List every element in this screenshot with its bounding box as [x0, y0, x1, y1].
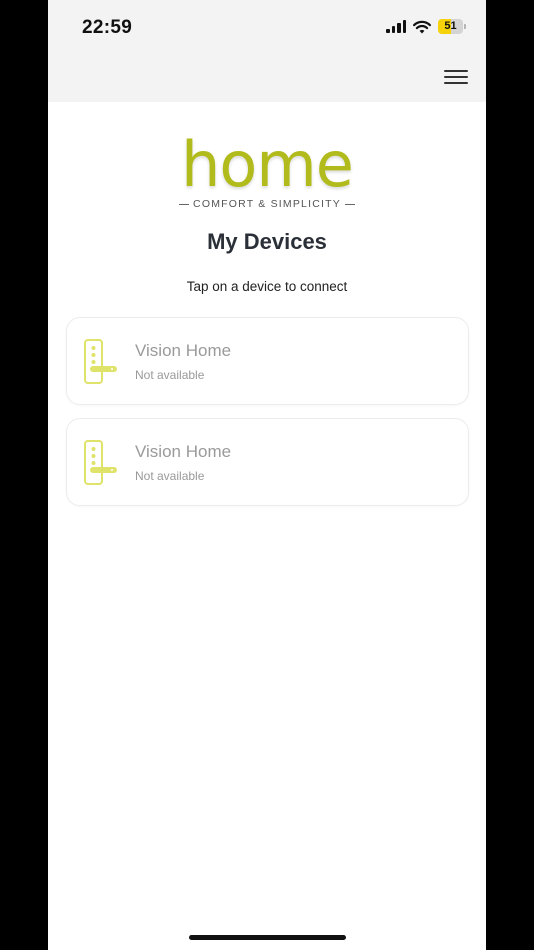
- battery-icon: 51: [438, 19, 466, 34]
- page-title: My Devices: [207, 229, 327, 254]
- battery-level: 51: [444, 20, 457, 32]
- device-status: Not available: [135, 469, 205, 483]
- device-card[interactable]: Vision Home Not available: [66, 418, 469, 506]
- status-icons: 51: [386, 19, 466, 34]
- home-logo: home COMFORT & SIMPLICITY: [48, 134, 486, 210]
- status-time: 22:59: [82, 17, 133, 38]
- cellular-signal-icon: [386, 20, 406, 33]
- home-indicator[interactable]: [189, 935, 346, 940]
- hamburger-menu-icon[interactable]: [444, 70, 468, 86]
- smart-lock-icon: [84, 339, 117, 384]
- device-name: Vision Home: [135, 442, 232, 461]
- device-name: Vision Home: [135, 341, 232, 360]
- app-screen: 22:59 51 home COMFORT & SIMPLICITY My De…: [48, 0, 486, 950]
- device-status: Not available: [135, 368, 205, 382]
- device-card[interactable]: Vision Home Not available: [66, 317, 469, 405]
- logo-word: home: [181, 128, 354, 201]
- smart-lock-icon: [84, 440, 117, 485]
- logo-tagline: COMFORT & SIMPLICITY: [48, 198, 486, 210]
- nav-bar: [48, 56, 486, 102]
- wifi-icon: [413, 20, 431, 33]
- page-subtitle: Tap on a device to connect: [186, 279, 348, 294]
- logo-tagline-text: COMFORT & SIMPLICITY: [193, 198, 341, 210]
- status-bar: 22:59 51: [48, 0, 486, 56]
